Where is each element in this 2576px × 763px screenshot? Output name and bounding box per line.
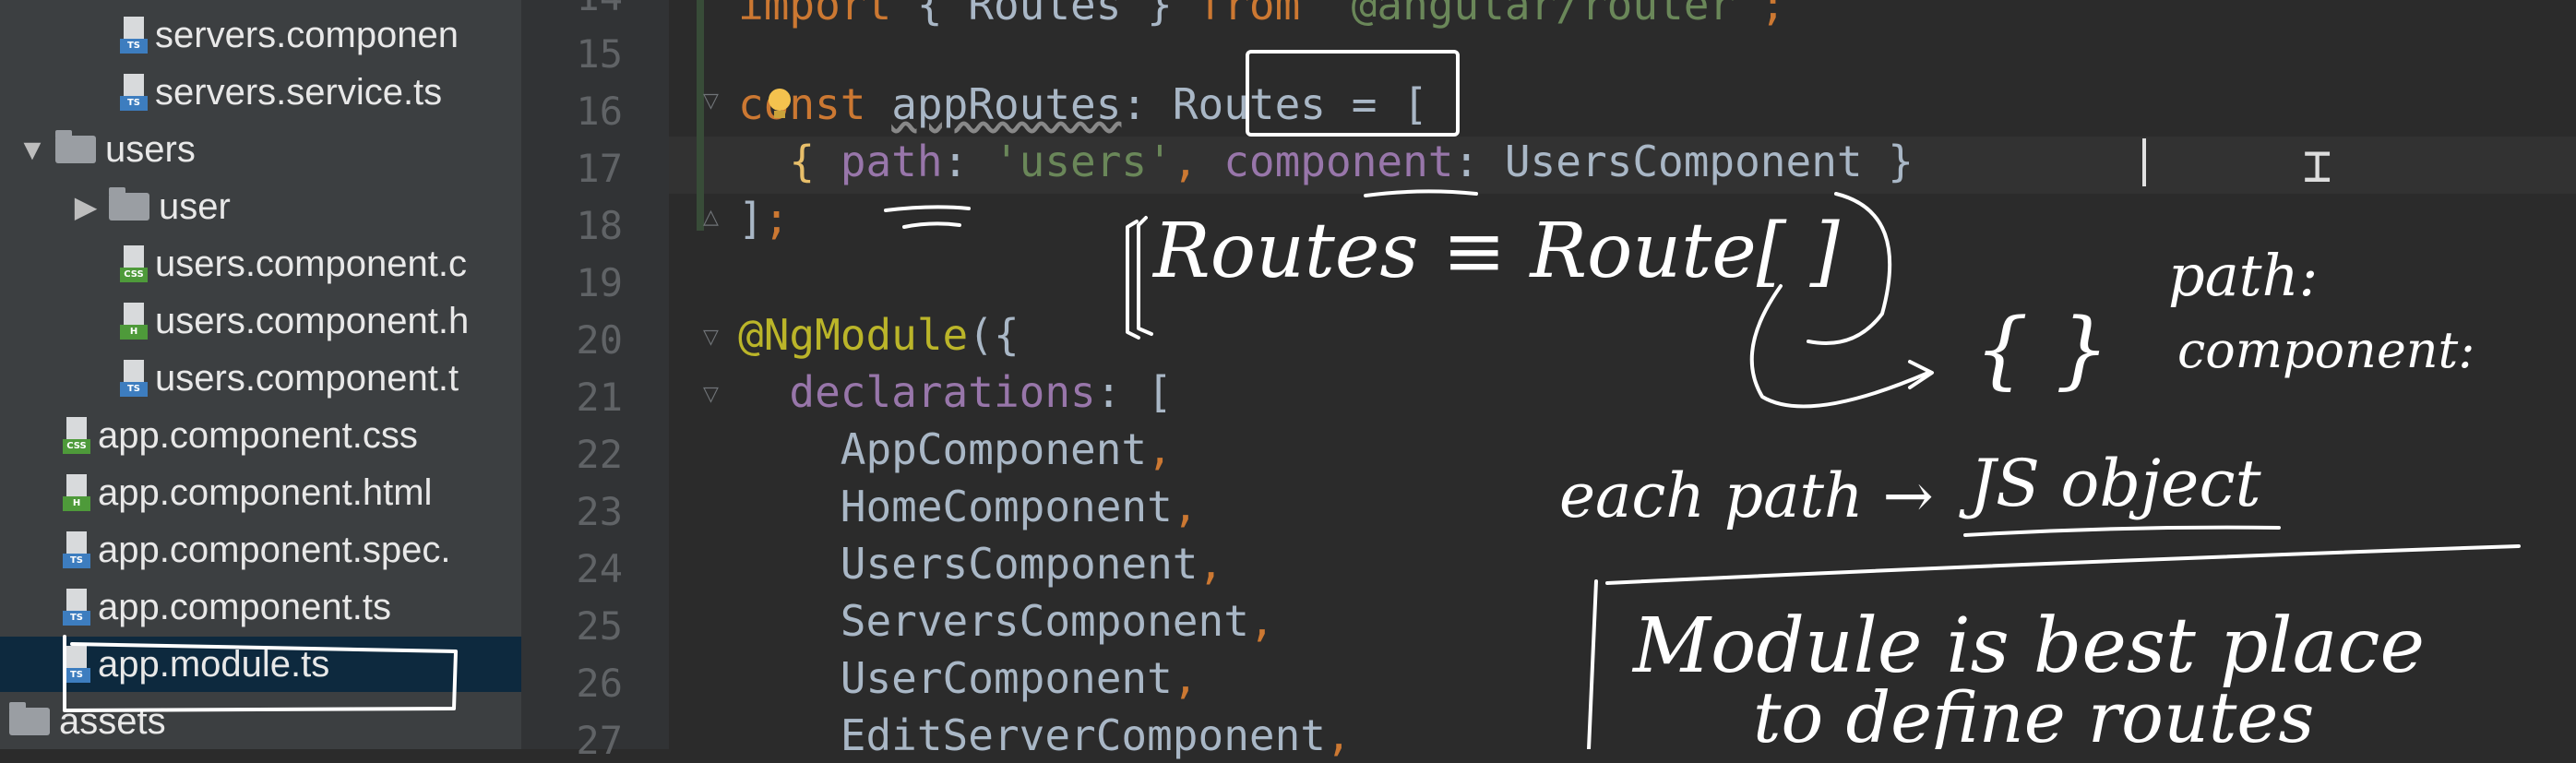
ink-underline-component (1364, 189, 1478, 197)
ink-arrow-to-object (1749, 284, 1930, 409)
ink-underline-path (884, 205, 971, 212)
note-each-path: each path → (1559, 460, 1934, 531)
routes-highlight-box (1246, 50, 1460, 137)
handwritten-annotations: Routes ≡ Route[ ] { } path: component: e… (63, 50, 2521, 749)
ink-bracket-left-2 (1137, 216, 1153, 336)
note-module-line2: to define routes (1753, 676, 2314, 749)
note-routes-equiv: Routes ≡ Route[ ] (1151, 208, 1841, 295)
note-js-object: JS object (1959, 446, 2262, 521)
note-component-key: component: (2177, 321, 2475, 379)
ink-box-edge (1587, 579, 1598, 749)
ink-box-app-module (63, 635, 458, 712)
note-object-braces: { } (1974, 300, 2109, 399)
ink-underline-js-object (1963, 525, 2281, 537)
ink-divider (1605, 544, 2521, 585)
ink-underline-path-2 (902, 221, 961, 229)
note-path-key: path: (2168, 242, 2318, 309)
